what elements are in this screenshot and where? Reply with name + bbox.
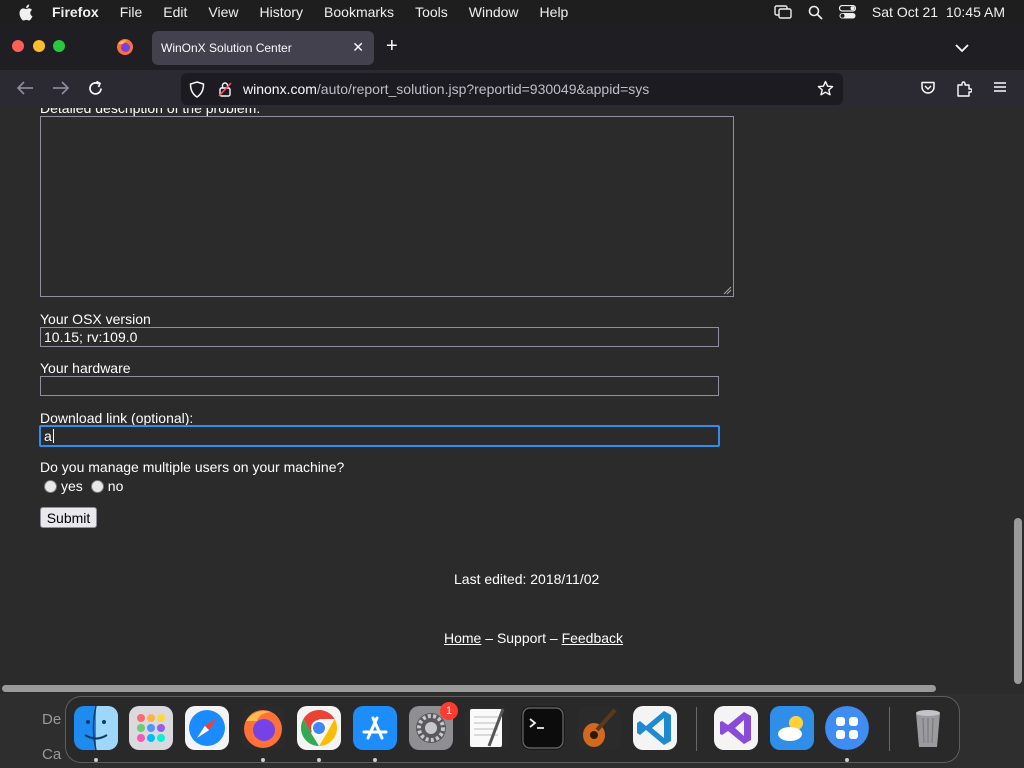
terminal-icon[interactable] [521,706,565,750]
garageband-icon[interactable] [577,706,621,750]
notification-badge: 1 [440,702,458,720]
launchpad-icon[interactable] [129,706,173,750]
footer-separator: – [481,630,497,646]
weather-icon[interactable] [770,706,814,750]
running-indicator [845,758,849,762]
tracking-protection-shield-icon[interactable] [189,81,205,101]
footer-home-link[interactable]: Home [444,630,481,646]
reload-icon[interactable] [87,80,104,102]
menu-view[interactable]: View [208,4,238,20]
hardware-label: Your hardware [40,360,131,376]
osx-version-label: Your OSX version [40,311,151,327]
menu-history[interactable]: History [259,4,303,20]
back-arrow-icon[interactable] [16,80,34,101]
app-menu-hamburger-icon[interactable] [993,80,1007,99]
description-label: Detailed description of the problem: [40,108,261,116]
peek-text-2: Ca [42,746,62,763]
running-indicator [261,758,265,762]
menu-window[interactable]: Window [469,4,519,20]
radio-no-label[interactable]: no [108,478,124,494]
url-host: winonx.com [243,81,317,97]
pinned-tab-firefox-icon[interactable] [116,38,134,56]
safari-icon[interactable] [185,706,229,750]
window-zoom-button[interactable] [53,40,65,52]
horizontal-scroll-thumb[interactable] [2,685,936,692]
browser-navigation-bar: winonx.com/auto/report_solution.jsp?repo… [0,70,1024,108]
textedit-icon[interactable] [465,706,509,750]
horizontal-scrollbar[interactable] [0,684,1012,694]
osx-version-input[interactable]: 10.15; rv:109.0 [40,327,719,347]
macos-menubar: Firefox File Edit View History Bookmarks… [0,0,1024,24]
running-indicator [317,758,321,762]
screen-mirroring-icon[interactable] [774,5,792,19]
widget-icon[interactable] [825,706,869,750]
list-all-tabs-chevron-icon[interactable] [955,40,969,58]
peek-text-1: De [42,711,62,728]
finder-icon[interactable] [74,706,118,750]
site-lock-icon[interactable] [218,81,232,100]
firefox-icon[interactable] [241,706,285,750]
menu-app-name[interactable]: Firefox [52,4,99,20]
text-caret [52,429,54,443]
chrome-icon[interactable] [297,706,341,750]
dock-separator [889,707,890,751]
macos-dock: 1 [65,696,960,763]
radio-yes-label[interactable]: yes [61,478,83,494]
tab-title: WinOnX Solution Center [161,41,292,55]
app-store-icon[interactable] [353,706,397,750]
pocket-icon[interactable] [920,80,936,101]
visual-studio-icon[interactable] [714,706,758,750]
new-tab-plus-icon[interactable]: + [386,35,398,58]
trash-icon[interactable] [906,706,950,750]
vertical-scroll-thumb[interactable] [1014,518,1022,684]
spotlight-search-icon[interactable] [808,5,823,20]
window-minimize-button[interactable] [33,40,45,52]
url-text: winonx.com/auto/report_solution.jsp?repo… [243,81,649,97]
tab-active[interactable]: WinOnX Solution Center ✕ [152,31,374,65]
footer-separator: – [545,630,562,646]
download-link-input[interactable]: a [39,425,720,447]
radio-no[interactable] [90,479,104,493]
footer-support-text: Support [496,630,546,646]
hardware-input[interactable] [40,376,719,396]
last-edited-text: Last edited: 2018/11/02 [454,571,600,587]
bookmark-star-icon[interactable] [817,80,834,100]
download-link-value: a [44,428,52,444]
vertical-scrollbar[interactable] [1012,108,1024,684]
textarea-resize-grip-icon[interactable] [722,285,732,295]
menu-help[interactable]: Help [540,4,569,20]
footer-feedback-link[interactable]: Feedback [562,630,623,646]
vscode-icon[interactable] [633,706,677,750]
tab-close-icon[interactable]: ✕ [352,39,364,56]
menu-tools[interactable]: Tools [415,4,448,20]
multi-users-radio-group: yes no [44,478,123,494]
menu-file[interactable]: File [120,4,143,20]
multi-users-question: Do you manage multiple users on your mac… [40,459,345,475]
control-center-icon[interactable] [838,5,856,19]
submit-button[interactable]: Submit [40,507,97,528]
footer-links: Home – Support – Feedback [444,630,623,646]
web-page-content: Detailed description of the problem: You… [0,108,1012,684]
radio-yes[interactable] [44,479,57,493]
forward-arrow-icon[interactable] [52,80,70,101]
address-bar[interactable]: winonx.com/auto/report_solution.jsp?repo… [181,73,843,105]
window-close-button[interactable] [12,40,24,52]
running-indicator [94,758,98,762]
extensions-puzzle-icon[interactable] [956,80,973,102]
menu-edit[interactable]: Edit [163,4,187,20]
description-textarea[interactable] [40,116,734,297]
menubar-clock[interactable]: Sat Oct 21 10:45 AM [872,4,1005,20]
download-link-label: Download link (optional): [40,410,194,426]
apple-menu-icon[interactable] [18,4,36,21]
running-indicator [373,758,377,762]
dock-separator [696,707,697,751]
browser-tab-strip: WinOnX Solution Center ✕ + [0,24,1024,70]
url-path: /auto/report_solution.jsp?reportid=93004… [316,81,650,97]
menu-bookmarks[interactable]: Bookmarks [324,4,394,20]
